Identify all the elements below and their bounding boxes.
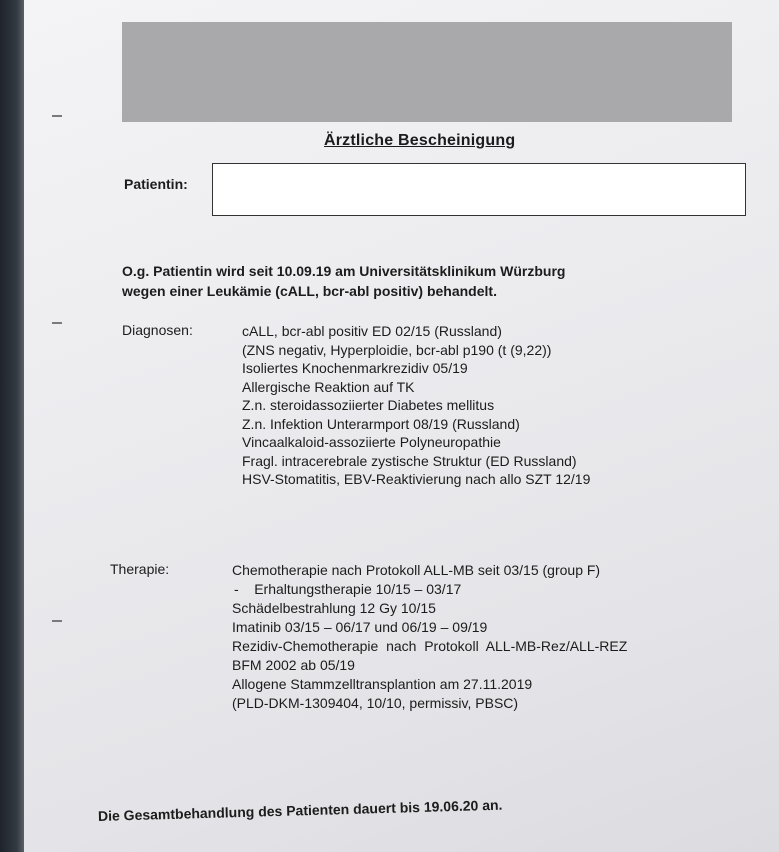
diagnose-item: Allergische Reaktion auf TK: [242, 378, 415, 395]
diagnosen-list: cALL, bcr-abl positiv ED 02/15 (Russland…: [242, 322, 590, 489]
therapie-label: Therapie:: [110, 561, 170, 577]
therapie-item: Rezidiv-Chemotherapie nach Protokoll ALL…: [232, 638, 628, 654]
intro-line: O.g. Patientin wird seit 10.09.19 am Uni…: [122, 263, 566, 279]
diagnose-item: Z.n. Infektion Unterarmport 08/19 (Russl…: [242, 415, 520, 432]
therapie-item: Imatinib 03/15 – 06/17 und 06/19 – 09/19: [232, 619, 488, 635]
therapie-list: Chemotherapie nach Protokoll ALL-MB seit…: [232, 561, 627, 713]
margin-mark: [52, 322, 62, 324]
therapie-item: - Erhaltungstherapie 10/15 – 03/17: [234, 581, 462, 597]
redacted-letterhead: [122, 22, 732, 122]
therapie-item: (PLD-DKM-1309404, 10/10, permissiv, PBSC…: [232, 695, 519, 711]
therapie-item: Chemotherapie nach Protokoll ALL-MB seit…: [232, 562, 601, 578]
diagnose-item: Vincaalkaloid-assoziierte Polyneuropathi…: [242, 434, 501, 450]
diagnose-item: cALL, bcr-abl positiv ED 02/15 (Russland…: [242, 323, 502, 339]
patient-name-field: [212, 163, 746, 216]
dark-background-edge: [0, 0, 24, 852]
diagnose-item: HSV-Stomatitis, EBV-Reaktivierung nach a…: [242, 471, 591, 487]
diagnose-item: Z.n. steroidassoziierter Diabetes mellit…: [242, 397, 495, 413]
intro-line: wegen einer Leukämie (cALL, bcr-abl posi…: [122, 283, 497, 299]
therapie-item: BFM 2002 ab 05/19: [232, 657, 355, 673]
document-title: Ärztliche Bescheinigung: [324, 132, 516, 149]
document-page: Ärztliche Bescheinigung Patientin: O.g. …: [24, 0, 779, 852]
therapie-item: Allogene Stammzelltransplantion am 27.11…: [232, 676, 533, 692]
margin-mark: [52, 620, 62, 622]
diagnose-item: (ZNS negativ, Hyperploidie, bcr-abl p190…: [242, 341, 552, 358]
intro-paragraph: O.g. Patientin wird seit 10.09.19 am Uni…: [122, 261, 565, 301]
diagnosen-label: Diagnosen:: [122, 322, 193, 338]
closing-statement: Die Gesamtbehandlung des Patienten dauer…: [97, 796, 503, 824]
patient-label: Patientin:: [124, 176, 188, 192]
margin-mark: [52, 115, 62, 117]
therapie-item: Schädelbestrahlung 12 Gy 10/15: [232, 600, 436, 616]
diagnose-item: Fragl. intracerebrale zystische Struktur…: [242, 452, 577, 469]
diagnose-item: Isoliertes Knochenmarkrezidiv 05/19: [242, 360, 468, 376]
